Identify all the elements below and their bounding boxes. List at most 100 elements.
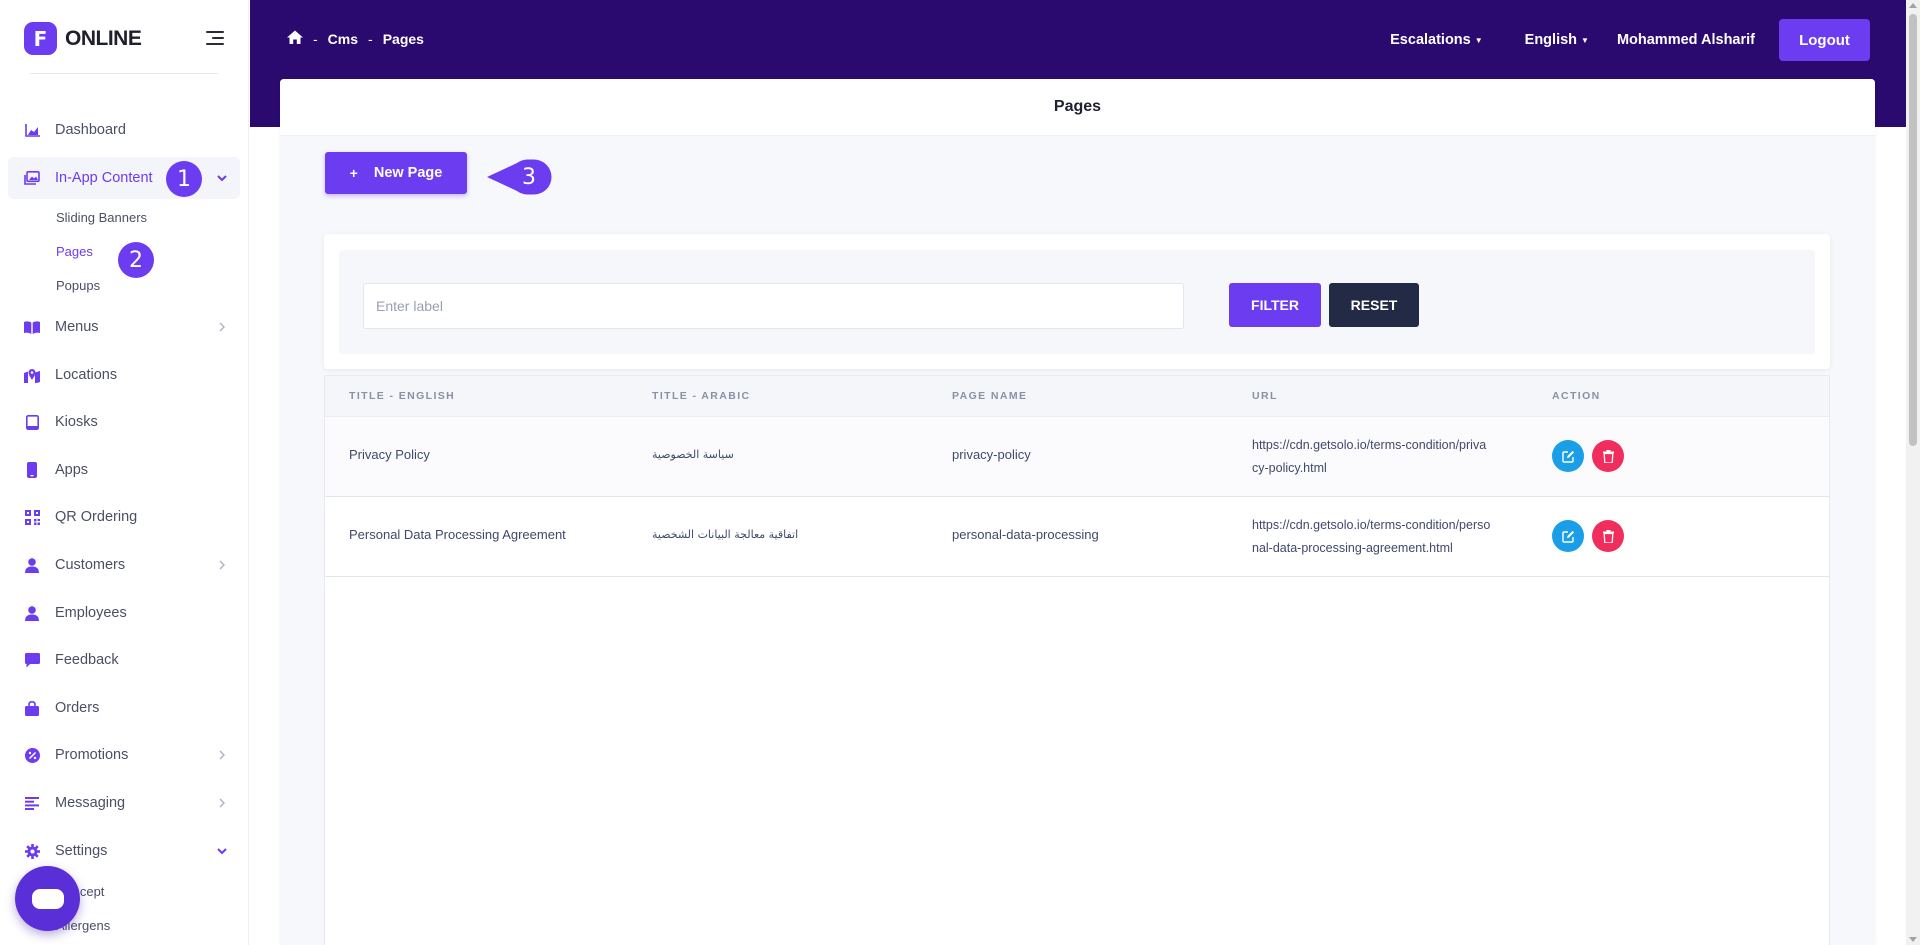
- chat-widget-button[interactable]: [15, 866, 80, 931]
- sidebar-item-feedback[interactable]: Feedback: [8, 639, 240, 681]
- reset-button[interactable]: RESET: [1329, 283, 1419, 327]
- images-icon: [24, 170, 40, 186]
- edit-button[interactable]: [1552, 520, 1584, 552]
- annotation-marker-2: 2: [118, 242, 154, 278]
- column-header-title-english: TITLE - ENGLISH: [349, 390, 456, 402]
- cell-title-arabic: اتفاقية معالجة البيانات الشخصية: [652, 528, 799, 541]
- brand-logo[interactable]: F ONLINE: [24, 22, 142, 55]
- caret-down-icon: ▼: [1581, 35, 1589, 45]
- label-filter-input[interactable]: [363, 283, 1184, 329]
- chat-icon: [31, 888, 64, 909]
- plus-icon: +: [349, 165, 358, 181]
- trash-icon: [1602, 529, 1614, 543]
- sidebar-item-label: Menus: [55, 319, 99, 335]
- mobile-icon: [24, 462, 40, 478]
- chart-area-icon: [24, 122, 40, 138]
- cell-url: https://cdn.getsolo.io/terms-condition/p…: [1252, 518, 1491, 555]
- chevron-right-icon: [216, 797, 228, 809]
- edit-button[interactable]: [1552, 440, 1584, 472]
- pages-table: TITLE - ENGLISH TITLE - ARABIC PAGE NAME…: [324, 375, 1830, 945]
- sidebar-item-label: Customers: [55, 557, 126, 573]
- sidebar-item-label: Employees: [55, 605, 127, 621]
- cell-title-english: Personal Data Processing Agreement: [349, 527, 566, 542]
- gear-icon: [24, 843, 40, 859]
- delete-button[interactable]: [1592, 440, 1624, 472]
- home-icon[interactable]: [287, 30, 303, 47]
- breadcrumb: - Cms - Pages: [287, 30, 424, 47]
- column-header-title-arabic: TITLE - ARABIC: [652, 390, 751, 402]
- sidebar-item-menus[interactable]: Menus: [8, 306, 240, 348]
- logo-mark: F: [24, 22, 57, 55]
- header-actions: Escalations ▼ English ▼ Mohammed Alsharif …: [1390, 19, 1870, 61]
- language-dropdown[interactable]: English ▼: [1525, 32, 1589, 48]
- filter-button[interactable]: FILTER: [1229, 283, 1321, 327]
- new-page-label: New Page: [373, 165, 443, 181]
- scroll-up-icon[interactable]: [1909, 3, 1917, 8]
- cell-title-english: Privacy Policy: [349, 447, 430, 462]
- trash-icon: [1602, 449, 1614, 463]
- filter-panel: FILTER RESET: [324, 234, 1830, 369]
- cell-page-name: privacy-policy: [952, 447, 1031, 462]
- table-header: TITLE - ENGLISH TITLE - ARABIC PAGE NAME…: [325, 376, 1829, 417]
- sidebar-item-orders[interactable]: Orders: [8, 687, 240, 729]
- sidebar-item-label: Apps: [55, 462, 89, 478]
- page-scrollbar[interactable]: [1906, 0, 1920, 945]
- edit-icon: [1561, 530, 1574, 543]
- sidebar-item-kiosks[interactable]: Kiosks: [8, 401, 240, 443]
- sidebar-item-apps[interactable]: Apps: [8, 449, 240, 491]
- cell-title-arabic: سياسة الخصوصية: [652, 448, 734, 461]
- brand-name: ONLINE: [65, 26, 142, 50]
- sidebar-item-label: Promotions: [55, 747, 129, 763]
- user-name: Mohammed Alsharif: [1616, 32, 1755, 48]
- sidebar-item-customers[interactable]: Customers: [8, 544, 240, 586]
- annotation-marker-3: 3: [522, 165, 536, 190]
- sidebar-item-messaging[interactable]: Messaging: [8, 782, 240, 824]
- chevron-down-icon: [216, 172, 228, 184]
- sidebar-item-employees[interactable]: Employees: [8, 592, 240, 634]
- book-open-icon: [24, 319, 40, 335]
- breadcrumb-item-cms[interactable]: Cms: [328, 31, 358, 47]
- column-header-page-name: PAGE NAME: [952, 390, 1028, 402]
- sidebar-item-promotions[interactable]: Promotions: [8, 734, 240, 776]
- breadcrumb-separator: -: [368, 30, 373, 47]
- new-page-button[interactable]: + New Page: [325, 152, 467, 194]
- sidebar-item-label: Messaging: [55, 795, 126, 811]
- user-tie-icon: [24, 605, 40, 621]
- column-header-action: ACTION: [1552, 390, 1601, 402]
- sidebar-item-qr-ordering[interactable]: QR Ordering: [8, 496, 240, 538]
- sidebar-subitem-pages[interactable]: Pages: [56, 244, 93, 259]
- menu-toggle-icon[interactable]: [206, 31, 224, 45]
- scroll-thumb[interactable]: [1909, 14, 1917, 446]
- escalations-dropdown[interactable]: Escalations ▼: [1390, 32, 1483, 48]
- divider: [30, 73, 218, 74]
- sidebar-item-label: Kiosks: [55, 414, 98, 430]
- annotation-arrow-3: 3: [487, 158, 555, 196]
- edit-icon: [1561, 450, 1574, 463]
- sidebar-item-dashboard[interactable]: Dashboard: [8, 109, 240, 151]
- filter-panel-inner: FILTER RESET: [339, 250, 1815, 354]
- sidebar-item-label: Feedback: [55, 652, 119, 668]
- breadcrumb-separator: -: [313, 30, 318, 47]
- chevron-right-icon: [216, 559, 228, 571]
- align-left-icon: [24, 795, 40, 811]
- table-row: Privacy Policy سياسة الخصوصية privacy-po…: [325, 417, 1829, 497]
- sidebar-item-label: Settings: [55, 843, 108, 859]
- sidebar-item-label: Dashboard: [55, 122, 126, 138]
- logout-button[interactable]: Logout: [1779, 19, 1870, 61]
- sidebar-subitem-sliding-banners[interactable]: Sliding Banners: [56, 210, 147, 225]
- annotation-marker-1: 1: [166, 161, 202, 197]
- comment-icon: [24, 652, 40, 668]
- chevron-down-icon: [216, 845, 228, 857]
- sidebar-item-label: Orders: [55, 700, 100, 716]
- tablet-icon: [24, 414, 40, 430]
- sidebar-subitem-popups[interactable]: Popups: [56, 278, 100, 293]
- shopping-bag-icon: [24, 700, 40, 716]
- user-icon: [24, 557, 40, 573]
- scroll-down-icon[interactable]: [1909, 937, 1917, 942]
- column-header-url: URL: [1252, 390, 1278, 402]
- sidebar-item-locations[interactable]: Locations: [8, 354, 240, 396]
- sidebar: F ONLINE Dashboard In-App Content Slidin…: [0, 0, 249, 945]
- sidebar-item-in-app-content[interactable]: In-App Content: [8, 157, 240, 199]
- delete-button[interactable]: [1592, 520, 1624, 552]
- cell-page-name: personal-data-processing: [952, 527, 1099, 542]
